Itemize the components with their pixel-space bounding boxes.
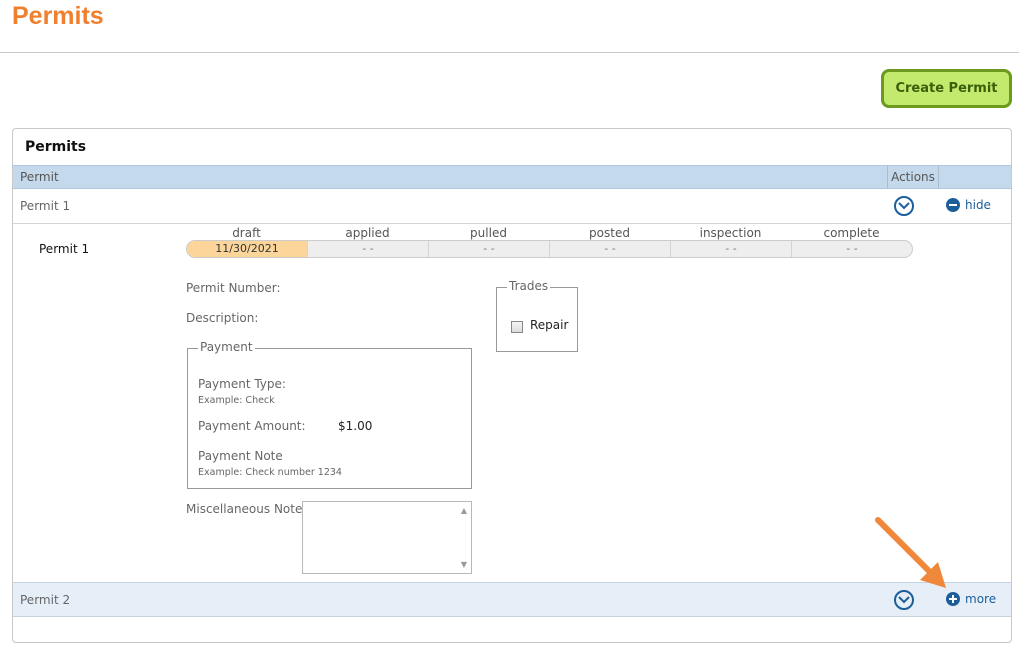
trades-legend: Trades (507, 279, 551, 293)
misc-notes-label: Miscellaneous Notes: (186, 502, 313, 516)
status-stage-labels: draft applied pulled posted inspection s… (186, 226, 912, 254)
chevron-down-icon (898, 202, 910, 210)
minus-circle-icon (946, 198, 960, 212)
trades-fieldset: Trades Repair (496, 279, 578, 352)
table-row[interactable]: Permit 2 more (13, 582, 1011, 617)
create-permit-button[interactable]: Create Permit (881, 69, 1012, 108)
permits-panel: Permits Permit Actions Permit 1 hide Per… (12, 128, 1012, 643)
stage-value-draft: 11/30/2021 (187, 241, 308, 257)
repair-checkbox[interactable] (511, 321, 523, 333)
table-header: Permit Actions (13, 165, 1011, 189)
title-divider (0, 52, 1019, 53)
column-header-actions: Actions (887, 166, 939, 188)
stage-label-complete: complete (823, 226, 880, 240)
repair-label: Repair (530, 318, 569, 332)
description-label: Description: (186, 311, 259, 325)
annotation-arrow-icon (875, 517, 946, 588)
payment-note-label: Payment Note (198, 449, 283, 463)
permit-number-label: Permit Number: (186, 281, 281, 295)
scroll-up-icon[interactable]: ▲ (461, 506, 467, 515)
payment-type-label: Payment Type: (198, 377, 286, 391)
payment-amount-value: $1.00 (338, 419, 373, 433)
payment-fieldset: Payment Payment Type: Example: Check Pay… (187, 340, 472, 489)
more-label: more (965, 592, 997, 606)
permit-row-label: Permit 1 (20, 199, 71, 213)
payment-amount-label: Payment Amount: (198, 419, 306, 433)
hide-label: hide (965, 198, 991, 212)
scroll-down-icon[interactable]: ▼ (461, 560, 467, 569)
expand-button[interactable] (894, 196, 914, 216)
permit-row-label: Permit 2 (20, 593, 71, 607)
stage-label-inspection-scheduled: inspection scheduled (699, 226, 762, 254)
panel-title: Permits (25, 139, 87, 155)
stage-label-draft: draft (232, 226, 261, 240)
stage-value-posted: - - (550, 241, 671, 257)
detail-permit-name: Permit 1 (39, 242, 90, 256)
stage-value-pulled: - - (429, 241, 550, 257)
status-progress-bar: 11/30/2021 - - - - - - - - - - (186, 240, 913, 258)
stage-label-applied: applied (345, 226, 390, 240)
stage-label-posted: posted (589, 226, 630, 240)
table-row[interactable]: Permit 1 hide (13, 189, 1011, 224)
misc-notes-textarea[interactable]: ▲ ▼ (302, 501, 472, 574)
page-title: Permits (12, 2, 104, 30)
payment-type-example: Example: Check (198, 395, 275, 406)
hide-link[interactable]: hide (946, 198, 991, 212)
column-header-permit: Permit (20, 170, 59, 184)
stage-value-applied: - - (308, 241, 429, 257)
stage-value-complete: - - (846, 242, 858, 255)
payment-note-example: Example: Check number 1234 (198, 467, 342, 478)
payment-legend: Payment (198, 340, 255, 354)
stage-value-inspection-scheduled: - - (671, 241, 792, 257)
stage-label-pulled: pulled (470, 226, 507, 240)
